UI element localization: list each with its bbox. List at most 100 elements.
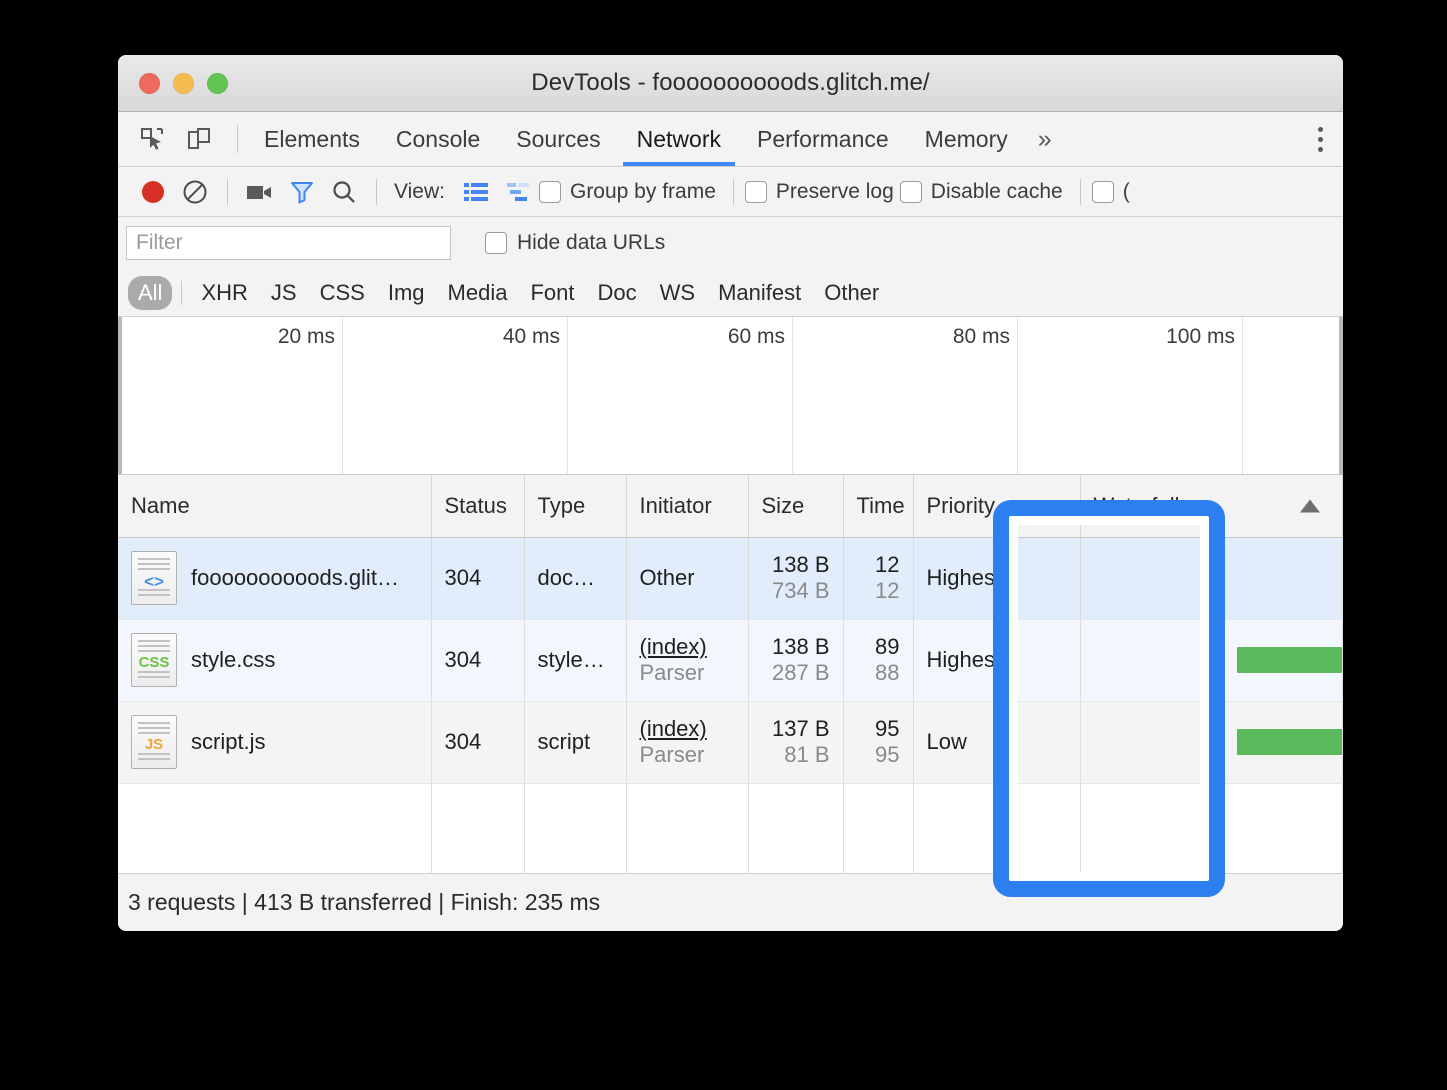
view-label: View: <box>394 179 445 203</box>
cell-status: 304 <box>431 537 525 620</box>
filler-type <box>524 783 627 873</box>
time-sub-value: 12 <box>875 578 900 603</box>
type-filter-js[interactable]: JS <box>261 276 307 310</box>
filler-size <box>748 783 844 873</box>
requests-table: Name Status Type Initiator Size Time Pri… <box>118 475 1343 873</box>
toolbar-divider-4 <box>1079 178 1081 205</box>
window-titlebar: DevTools - foooooooooods.glitch.me/ <box>118 55 1343 112</box>
column-header-name[interactable]: Name <box>118 475 432 538</box>
group-by-frame-label: Group by frame <box>569 179 716 203</box>
hide-data-urls-box[interactable] <box>485 232 507 254</box>
cell-initiator: Other <box>626 537 749 620</box>
search-icon[interactable] <box>323 171 365 213</box>
filter-icon[interactable] <box>281 171 323 213</box>
more-options-icon[interactable] <box>1297 112 1343 166</box>
waterfall-view-icon[interactable] <box>497 171 539 213</box>
more-tabs-icon[interactable]: » <box>1026 112 1064 166</box>
initiator-link[interactable]: (index) <box>640 716 735 742</box>
tab-sources[interactable]: Sources <box>498 112 618 166</box>
group-by-frame-checkbox[interactable]: Group by frame <box>538 179 716 204</box>
type-filter-ws[interactable]: WS <box>650 276 705 310</box>
type-filter-media[interactable]: Media <box>438 276 518 310</box>
device-toolbar-icon[interactable] <box>179 119 219 159</box>
tab-network[interactable]: Network <box>619 112 739 166</box>
offline-checkbox[interactable]: ( <box>1091 179 1130 204</box>
filter-input[interactable]: Filter <box>126 226 451 260</box>
preserve-log-box[interactable] <box>744 180 767 203</box>
network-toolbar: View: Group by frame Preserve log Disabl… <box>118 167 1343 217</box>
type-filter-manifest[interactable]: Manifest <box>708 276 811 310</box>
table-row[interactable]: <> foooooooooods.glit… 304 doc… Other 13… <box>118 537 1343 620</box>
cell-type: script <box>524 701 627 784</box>
column-header-waterfall[interactable]: Waterfall <box>1080 475 1343 538</box>
type-filter-other[interactable]: Other <box>814 276 889 310</box>
preserve-log-checkbox[interactable]: Preserve log <box>744 180 894 204</box>
size-sub-value: 81 B <box>784 742 830 767</box>
cell-name[interactable]: JS script.js <box>118 701 432 784</box>
column-header-initiator[interactable]: Initiator <box>626 475 749 538</box>
column-header-time[interactable]: Time <box>843 475 914 538</box>
overview-tick-80ms: 80 ms <box>952 325 1010 348</box>
tab-memory[interactable]: Memory <box>907 112 1026 166</box>
filler-initiator <box>626 783 749 873</box>
overview-tick-60ms: 60 ms <box>727 325 785 348</box>
clear-icon[interactable] <box>174 171 216 213</box>
cell-priority: Highest <box>913 619 1081 702</box>
html-file-icon: <> <box>131 551 177 605</box>
request-name: style.css <box>191 647 276 672</box>
disable-cache-label: Disable cache <box>930 179 1063 203</box>
offline-label: ( <box>1122 179 1130 203</box>
offline-box[interactable] <box>1091 180 1114 203</box>
column-header-size[interactable]: Size <box>748 475 844 538</box>
js-file-glyph: JS <box>144 736 164 753</box>
disable-cache-checkbox[interactable]: Disable cache <box>899 179 1063 204</box>
type-filter-xhr[interactable]: XHR <box>191 276 257 310</box>
tab-performance[interactable]: Performance <box>739 112 907 166</box>
list-view-icon[interactable] <box>455 171 497 213</box>
cell-status: 304 <box>431 619 525 702</box>
tab-console[interactable]: Console <box>378 112 498 166</box>
status-bar-summary: 3 requests | 413 B transferred | Finish:… <box>128 889 601 915</box>
table-header-row: Name Status Type Initiator Size Time Pri… <box>118 475 1343 538</box>
cell-initiator: (index) Parser <box>626 701 749 784</box>
size-value: 137 B <box>772 716 830 742</box>
table-row[interactable]: JS script.js 304 script (index) Parser 1… <box>118 701 1343 784</box>
filter-bar: Filter Hide data URLs <box>118 217 1343 269</box>
record-icon[interactable] <box>132 171 174 213</box>
sort-ascending-icon[interactable] <box>1300 499 1320 513</box>
table-row[interactable]: CSS style.css 304 style… (index) Parser <box>118 619 1343 702</box>
cell-name[interactable]: CSS style.css <box>118 619 432 702</box>
cell-name[interactable]: <> foooooooooods.glit… <box>118 537 432 620</box>
devtools-window: DevTools - foooooooooods.glitch.me/ Elem… <box>118 55 1343 931</box>
column-header-type[interactable]: Type <box>524 475 627 538</box>
type-filter-font[interactable]: Font <box>520 276 584 310</box>
hide-data-urls-checkbox[interactable]: Hide data URLs <box>485 231 665 255</box>
column-header-priority[interactable]: Priority <box>913 475 1081 538</box>
time-value: 89 <box>875 634 900 660</box>
initiator-link[interactable]: (index) <box>640 634 735 660</box>
cell-size: 137 B 81 B <box>748 701 844 784</box>
cell-time: 95 95 <box>843 701 914 784</box>
type-filter-all[interactable]: All <box>128 275 173 310</box>
type-filter-doc[interactable]: Doc <box>587 276 646 310</box>
cell-initiator: (index) Parser <box>626 619 749 702</box>
type-filter-css[interactable]: CSS <box>310 276 375 310</box>
group-by-frame-box[interactable] <box>538 180 561 203</box>
disable-cache-box[interactable] <box>899 180 922 203</box>
waterfall-bar <box>1236 729 1342 755</box>
overview-tick-100ms: 100 ms <box>1166 325 1235 348</box>
filler-status <box>431 783 525 873</box>
window-title: DevTools - foooooooooods.glitch.me/ <box>531 69 930 96</box>
panel-tabs: Elements Console Sources Network Perform… <box>246 112 1064 166</box>
type-filter-img[interactable]: Img <box>378 276 435 310</box>
initiator-sub: Parser <box>639 660 705 685</box>
tab-elements[interactable]: Elements <box>246 112 378 166</box>
cell-waterfall <box>1080 619 1343 702</box>
inspect-element-icon[interactable] <box>132 119 172 159</box>
cell-size: 138 B 734 B <box>748 537 844 620</box>
capture-screenshots-icon[interactable] <box>239 171 281 213</box>
column-header-status[interactable]: Status <box>431 475 525 538</box>
column-header-waterfall-label: Waterfall <box>1093 492 1180 518</box>
network-overview-timeline[interactable]: 20 ms 40 ms 60 ms 80 ms 100 ms <box>118 317 1343 475</box>
cell-waterfall <box>1080 701 1343 784</box>
